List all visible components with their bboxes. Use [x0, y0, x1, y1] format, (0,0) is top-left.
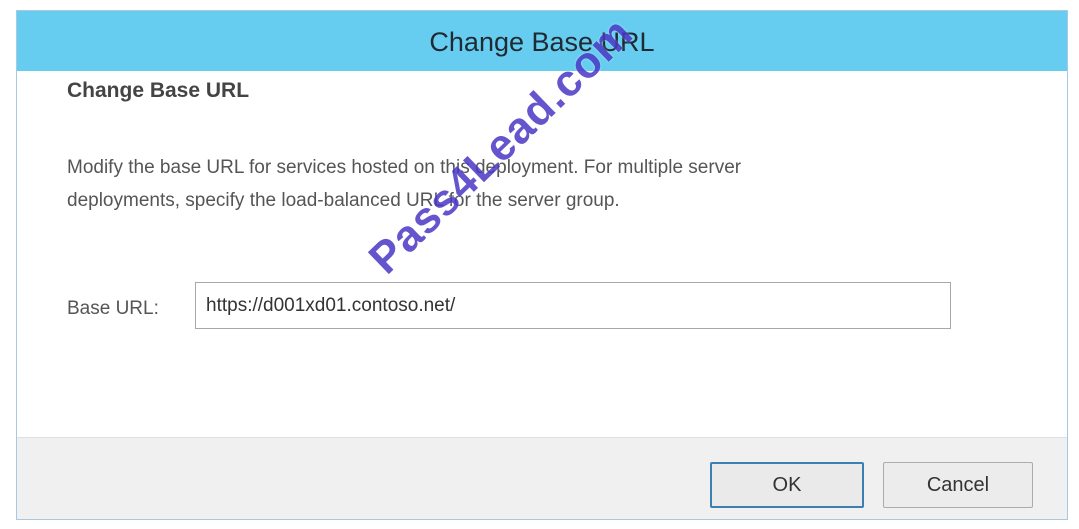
- description-line-1: Modify the base URL for services hosted …: [67, 157, 742, 178]
- ok-button[interactable]: OK: [710, 462, 864, 508]
- description-line-2: deployments, specify the load-balanced U…: [67, 190, 620, 211]
- cancel-button[interactable]: Cancel: [883, 462, 1033, 508]
- change-base-url-dialog: Change Base URL Change Base URL Modify t…: [16, 10, 1068, 520]
- dialog-title-bar[interactable]: Change Base URL: [17, 11, 1067, 71]
- dialog-title: Change Base URL: [429, 26, 655, 57]
- description-text: Modify the base URL for services hosted …: [67, 151, 1007, 217]
- dialog-content: [17, 71, 1067, 437]
- section-heading: Change Base URL: [67, 79, 250, 102]
- dialog-footer: OK Cancel: [17, 437, 1067, 519]
- base-url-input[interactable]: [195, 282, 951, 329]
- base-url-label: Base URL:: [67, 298, 159, 319]
